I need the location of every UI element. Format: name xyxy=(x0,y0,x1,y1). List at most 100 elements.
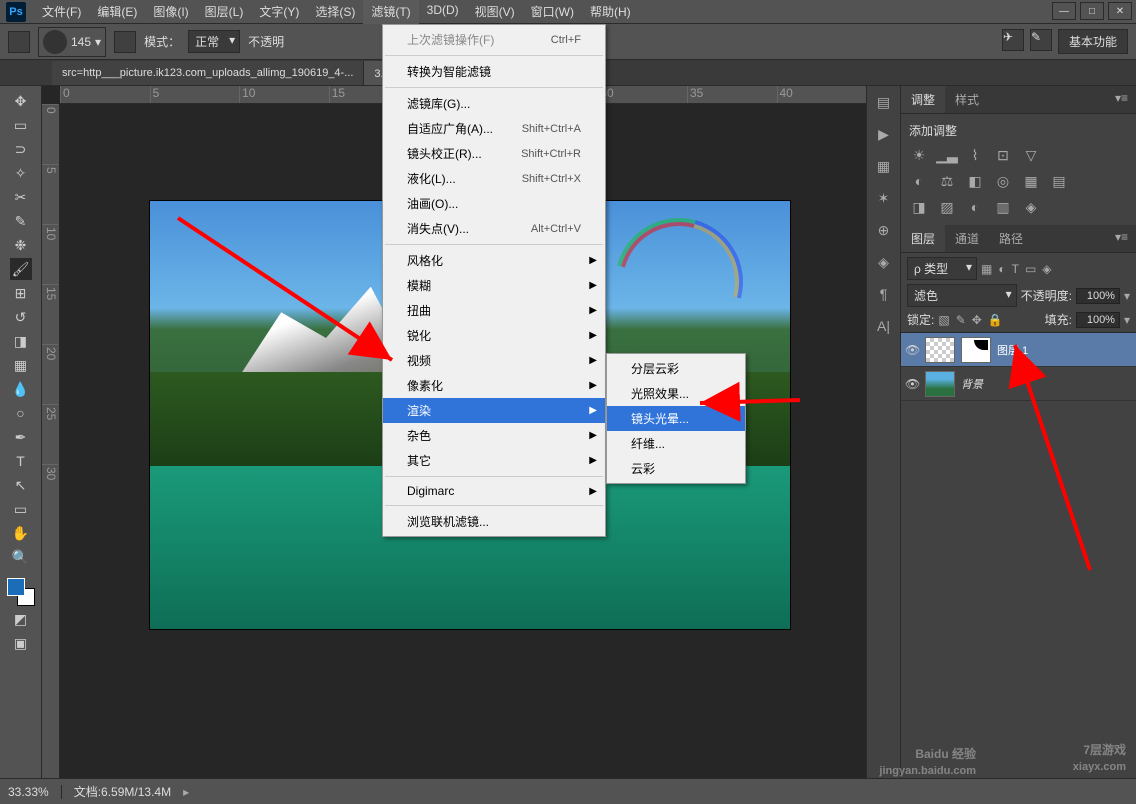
layer-thumbnail[interactable] xyxy=(925,337,955,363)
screenmode-icon[interactable]: ▣ xyxy=(10,632,32,654)
maximize-button[interactable]: □ xyxy=(1080,2,1104,20)
posterize-icon[interactable]: ▨ xyxy=(937,197,957,217)
filter-item[interactable]: 视频▶ xyxy=(383,348,605,373)
filter-item[interactable]: 油画(O)... xyxy=(383,191,605,216)
lock-position-icon[interactable]: ✥ xyxy=(972,313,982,327)
brightness-icon[interactable]: ☀ xyxy=(909,145,929,165)
tablet-icon[interactable]: ✎ xyxy=(1030,29,1052,51)
visibility-icon[interactable]: 👁 xyxy=(905,343,919,357)
crop-tool-icon[interactable]: ✂ xyxy=(10,186,32,208)
panel-menu-icon[interactable]: ▾≡ xyxy=(1107,86,1136,113)
menu-8[interactable]: 视图(V) xyxy=(467,0,523,24)
layer-row[interactable]: 👁 背景 xyxy=(901,367,1136,401)
filter-item[interactable]: 自适应广角(A)...Shift+Ctrl+A xyxy=(383,116,605,141)
submenu-item[interactable]: 纤维... xyxy=(607,431,745,456)
hand-tool-icon[interactable]: ✋ xyxy=(10,522,32,544)
colorbalance-icon[interactable]: ⚖ xyxy=(937,171,957,191)
filter-item[interactable]: 渲染▶ xyxy=(383,398,605,423)
layer-thumbnail[interactable] xyxy=(925,371,955,397)
filter-item[interactable]: 模糊▶ xyxy=(383,273,605,298)
close-button[interactable]: ✕ xyxy=(1108,2,1132,20)
filter-item[interactable]: 杂色▶ xyxy=(383,423,605,448)
menu-2[interactable]: 图像(I) xyxy=(145,0,196,24)
brush-preset[interactable]: 145 ▾ xyxy=(38,27,106,57)
eraser-tool-icon[interactable]: ◨ xyxy=(10,330,32,352)
gradient-adj-icon[interactable]: ▥ xyxy=(993,197,1013,217)
photo-filter-icon[interactable]: ◎ xyxy=(993,171,1013,191)
filter-type-icon[interactable]: T xyxy=(1012,262,1019,276)
quickmask-icon[interactable]: ◩ xyxy=(10,608,32,630)
menu-5[interactable]: 选择(S) xyxy=(307,0,363,24)
brush-panel2-icon[interactable]: ✶ xyxy=(874,188,894,208)
layer-filter-kind[interactable]: ρ 类型 xyxy=(907,257,977,280)
submenu-item[interactable]: 镜头光晕... xyxy=(607,406,745,431)
menu-7[interactable]: 3D(D) xyxy=(419,0,467,24)
doc-size[interactable]: 文档:6.59M/13.4M xyxy=(74,783,171,800)
vibrance-icon[interactable]: ▽ xyxy=(1021,145,1041,165)
lock-pixel-icon[interactable]: ✎ xyxy=(956,313,966,327)
tool-preset-icon[interactable] xyxy=(8,31,30,53)
filter-smart-icon[interactable]: ◈ xyxy=(1042,262,1051,276)
gradient-tool-icon[interactable]: ▦ xyxy=(10,354,32,376)
pen-tool-icon[interactable]: ✒ xyxy=(10,426,32,448)
shape-tool-icon[interactable]: ▭ xyxy=(10,498,32,520)
brush-tool-icon[interactable]: 🖌 xyxy=(10,258,32,280)
threshold-icon[interactable]: ◐ xyxy=(965,197,985,217)
submenu-item[interactable]: 光照效果... xyxy=(607,381,745,406)
eyedropper-tool-icon[interactable]: ✎ xyxy=(10,210,32,232)
wand-tool-icon[interactable]: ✧ xyxy=(10,162,32,184)
menu-1[interactable]: 编辑(E) xyxy=(89,0,145,24)
filter-adj-icon[interactable]: ◐ xyxy=(998,262,1005,276)
layers-menu-icon[interactable]: ▾≡ xyxy=(1107,225,1136,252)
lasso-tool-icon[interactable]: ⊃ xyxy=(10,138,32,160)
zoom-percent[interactable]: 33.33% xyxy=(8,785,62,799)
filter-item[interactable]: 扭曲▶ xyxy=(383,298,605,323)
lock-all-icon[interactable]: 🔒 xyxy=(988,313,1003,327)
selective-icon[interactable]: ◈ xyxy=(1021,197,1041,217)
color-panel-icon[interactable]: ▶ xyxy=(874,124,894,144)
layer-name[interactable]: 背景 xyxy=(961,376,983,392)
layer-row[interactable]: 👁图层 1 xyxy=(901,333,1136,367)
lock-transparent-icon[interactable]: ▧ xyxy=(938,313,949,327)
levels-icon[interactable]: ▁▃ xyxy=(937,145,957,165)
bw-icon[interactable]: ◧ xyxy=(965,171,985,191)
hue-icon[interactable]: ◐ xyxy=(909,171,929,191)
menu-6[interactable]: 滤镜(T) xyxy=(363,0,418,24)
channelmixer-icon[interactable]: ▦ xyxy=(1021,171,1041,191)
filter-item[interactable]: 液化(L)...Shift+Ctrl+X xyxy=(383,166,605,191)
character-icon[interactable]: A| xyxy=(874,316,894,336)
move-tool-icon[interactable]: ✥ xyxy=(10,90,32,112)
paragraph-icon[interactable]: ¶ xyxy=(874,284,894,304)
layers-tab-0[interactable]: 图层 xyxy=(901,225,945,252)
layers-tab-2[interactable]: 路径 xyxy=(989,225,1033,252)
menu-3[interactable]: 图层(L) xyxy=(197,0,252,24)
filter-item[interactable]: 消失点(V)...Alt+Ctrl+V xyxy=(383,216,605,241)
exposure-icon[interactable]: ⊡ xyxy=(993,145,1013,165)
blur-tool-icon[interactable]: 💧 xyxy=(10,378,32,400)
blend-mode-dropdown[interactable]: 正常 xyxy=(188,30,240,53)
menu-10[interactable]: 帮助(H) xyxy=(582,0,639,24)
layers-tab-1[interactable]: 通道 xyxy=(945,225,989,252)
visibility-icon[interactable]: 👁 xyxy=(905,377,919,391)
filter-item[interactable]: 其它▶ xyxy=(383,448,605,473)
blend-mode-select[interactable]: 滤色 xyxy=(907,284,1017,307)
zoom-tool-icon[interactable]: 🔍 xyxy=(10,546,32,568)
submenu-item[interactable]: 云彩 xyxy=(607,456,745,481)
tab-adjustments[interactable]: 调整 xyxy=(901,86,945,113)
doc-tab-0[interactable]: src=http___picture.ik123.com_uploads_all… xyxy=(52,61,364,85)
lookup-icon[interactable]: ▤ xyxy=(1049,171,1069,191)
marquee-tool-icon[interactable]: ▭ xyxy=(10,114,32,136)
filter-shape-icon[interactable]: ▭ xyxy=(1025,262,1036,276)
layer-mask-thumbnail[interactable] xyxy=(961,337,991,363)
path-tool-icon[interactable]: ↖ xyxy=(10,474,32,496)
filter-item[interactable]: 浏览联机滤镜... xyxy=(383,509,605,534)
color-swatches[interactable] xyxy=(7,578,35,606)
curves-icon[interactable]: ⌇ xyxy=(965,145,985,165)
submenu-item[interactable]: 分层云彩 xyxy=(607,356,745,381)
filter-item[interactable]: 像素化▶ xyxy=(383,373,605,398)
healing-tool-icon[interactable]: ❉ xyxy=(10,234,32,256)
filter-item[interactable]: 锐化▶ xyxy=(383,323,605,348)
swatches-panel-icon[interactable]: ▦ xyxy=(874,156,894,176)
history-panel-icon[interactable]: ▤ xyxy=(874,92,894,112)
filter-item[interactable]: 转换为智能滤镜 xyxy=(383,59,605,84)
